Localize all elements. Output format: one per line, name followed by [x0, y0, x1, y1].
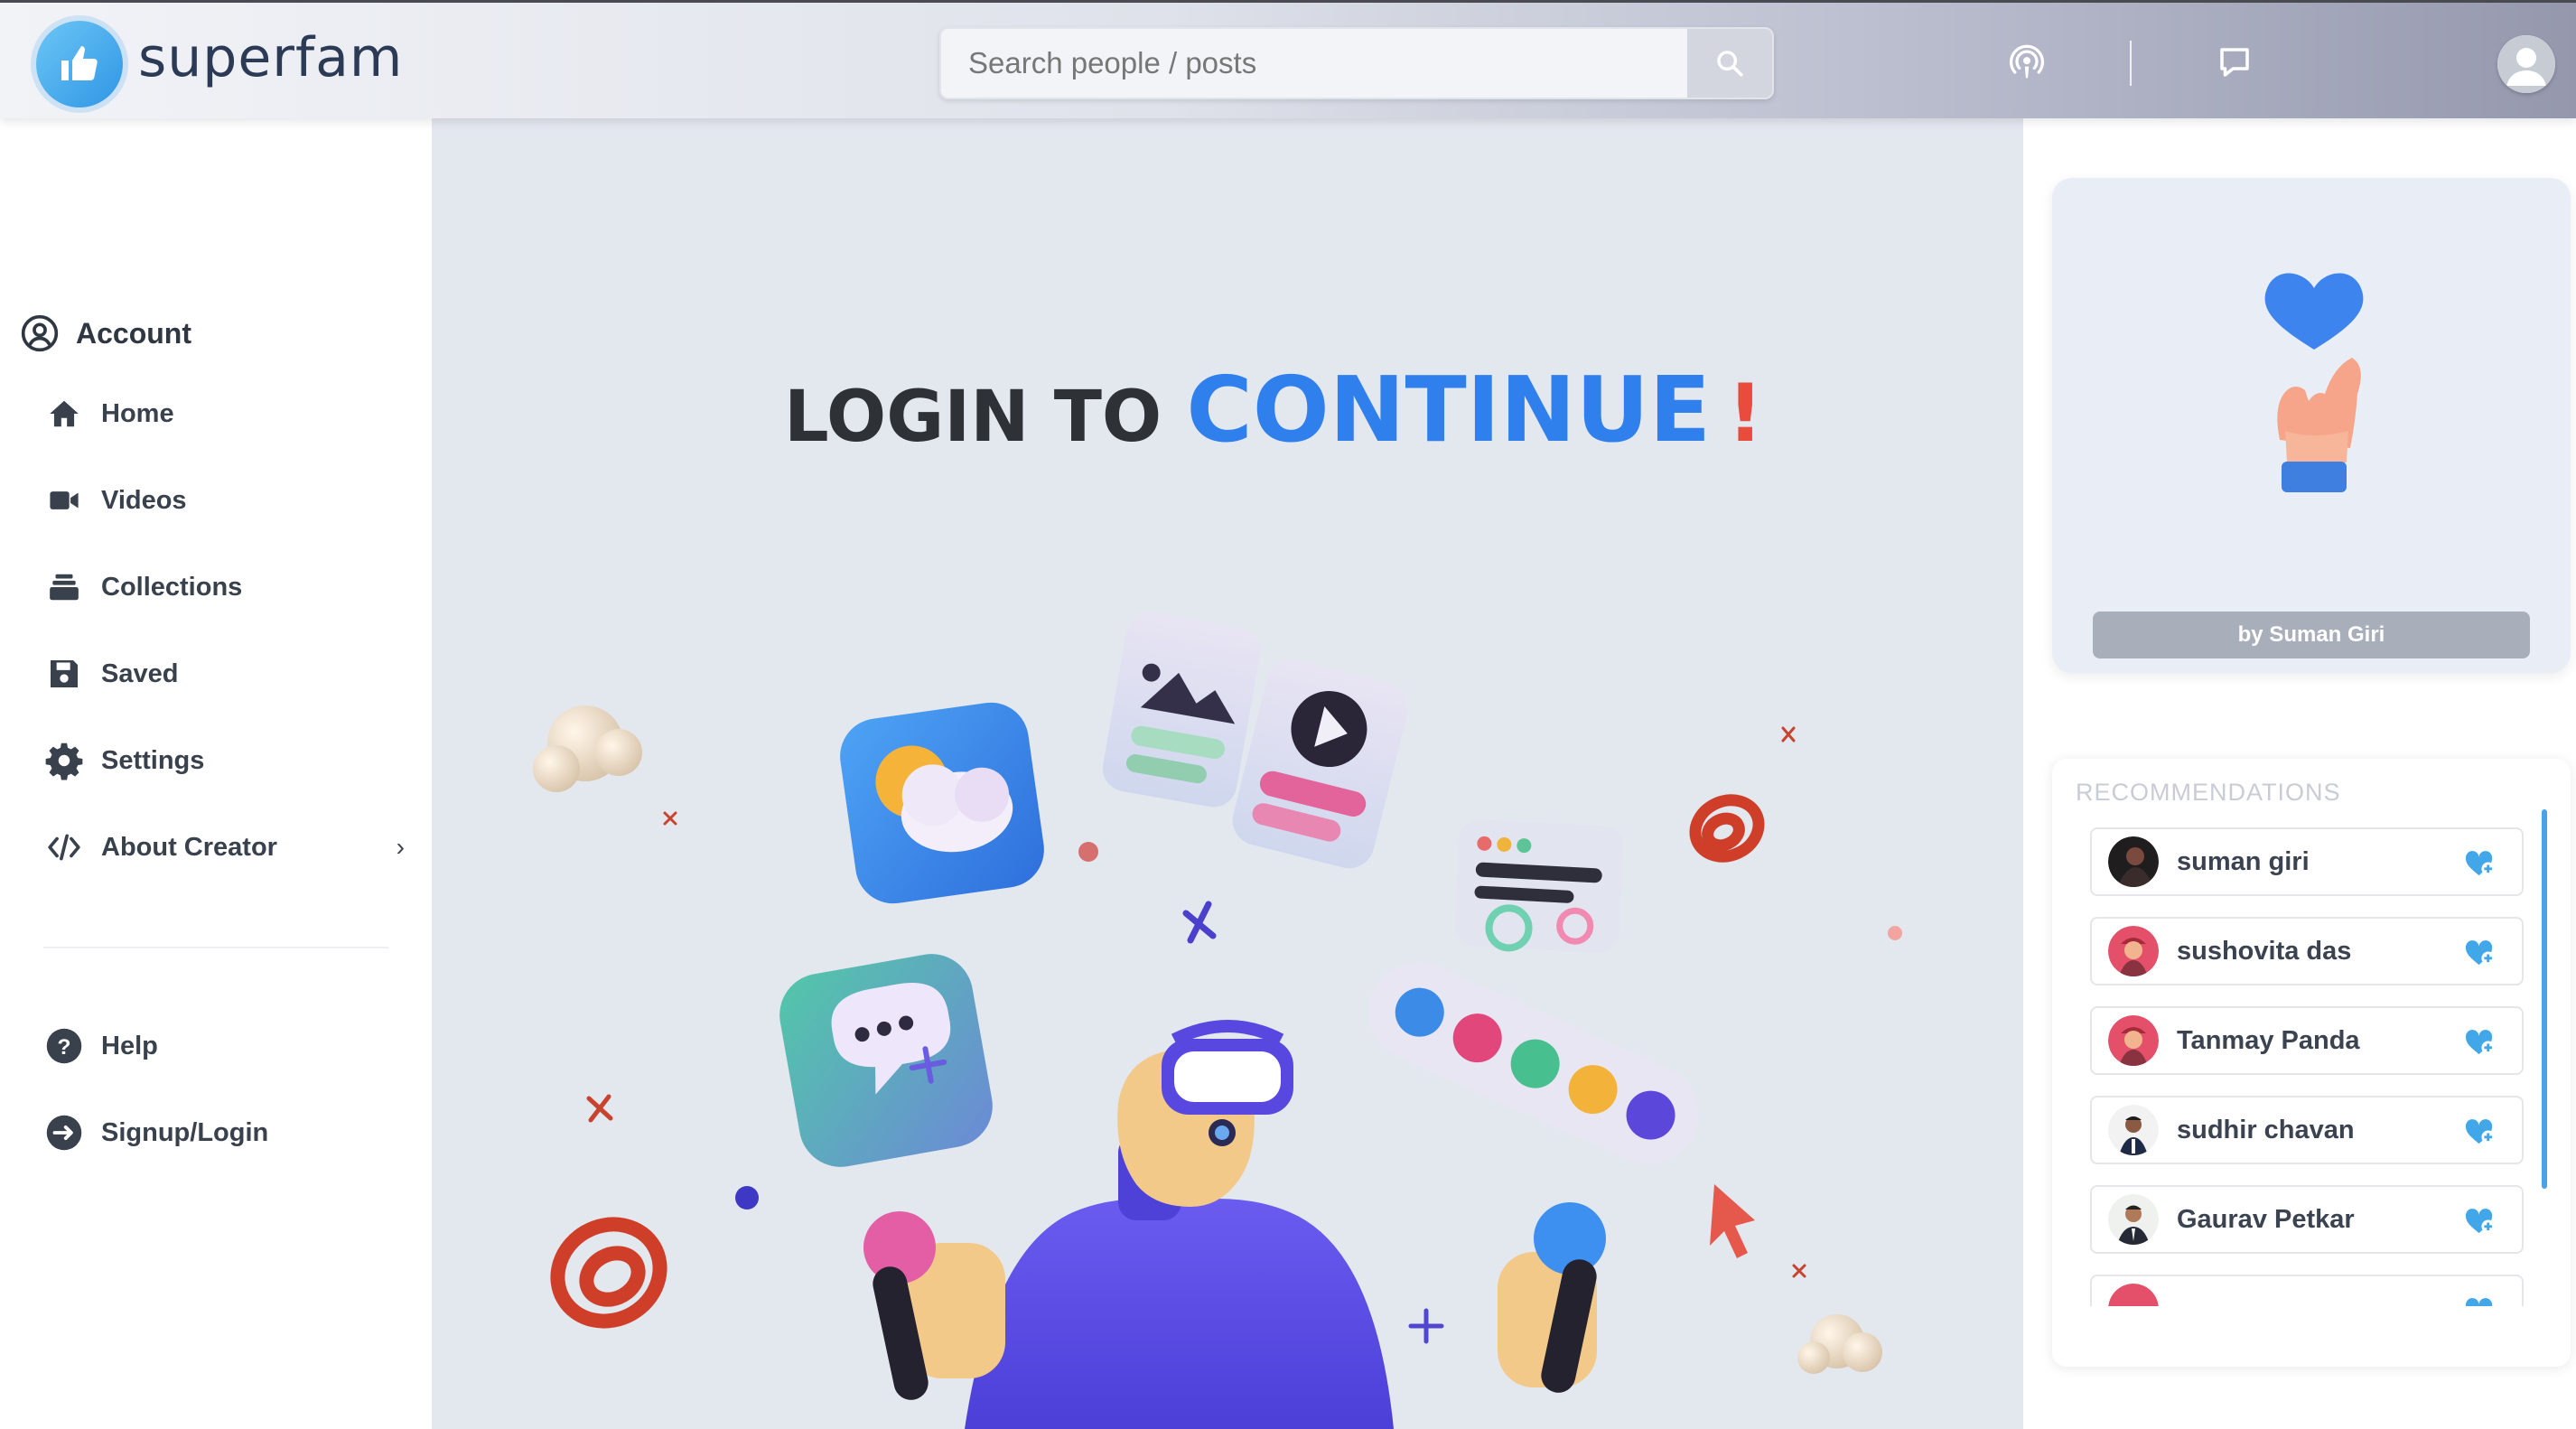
search-button[interactable]	[1687, 29, 1772, 98]
avatar[interactable]	[2108, 1105, 2159, 1155]
weather-app-tile	[840, 702, 1044, 904]
avatar[interactable]	[2108, 1015, 2159, 1066]
thumbs-up-icon	[61, 46, 98, 80]
plus-decoration	[1408, 1308, 1444, 1344]
sidebar-divider	[43, 947, 388, 948]
navbar-divider	[2130, 41, 2132, 86]
sidebar-item-label: Videos	[101, 485, 187, 515]
spiral-decoration-left	[550, 1217, 667, 1329]
podcast-icon[interactable]	[2003, 39, 2050, 86]
ball-decoration	[735, 1186, 759, 1210]
sidebar: Account Home Videos Collections Saved Se…	[0, 118, 432, 1429]
home-icon	[43, 395, 85, 433]
list-item[interactable]: suman giri	[2090, 827, 2524, 896]
logo-icon[interactable]	[36, 21, 123, 107]
svg-text:?: ?	[58, 1035, 71, 1060]
follow-heart-icon[interactable]	[2464, 1207, 2497, 1236]
user-name[interactable]: sudhir chavan	[2177, 1116, 2355, 1145]
list-item[interactable]: Gaurav Petkar	[2090, 1185, 2524, 1254]
recommendations-panel: RECOMMENDATIONS suman giri sushovita das…	[2052, 759, 2571, 1367]
search-input[interactable]	[941, 29, 1689, 98]
search-icon	[1717, 51, 1743, 77]
creator-card: by Suman Giri	[2052, 178, 2571, 673]
user-avatar-icon[interactable]	[2497, 35, 2555, 93]
list-item[interactable]: sushovita das	[2090, 917, 2524, 985]
search-bar	[939, 27, 1774, 99]
account-label: Account	[76, 316, 191, 350]
cloud-blob-left	[533, 705, 642, 792]
list-item[interactable]	[2090, 1275, 2524, 1306]
account-circle-icon	[21, 314, 59, 352]
sidebar-item-settings[interactable]: Settings	[43, 741, 405, 780]
text-card	[1454, 819, 1624, 953]
avatar[interactable]	[2108, 1284, 2159, 1306]
user-name[interactable]: Gaurav Petkar	[2177, 1205, 2355, 1235]
gear-icon	[43, 742, 85, 780]
sidebar-item-about-creator[interactable]: About Creator ›	[43, 827, 405, 867]
follow-heart-icon[interactable]	[2464, 1117, 2497, 1146]
chevron-right-icon: ›	[396, 833, 405, 861]
sidebar-item-label: Signup/Login	[101, 1117, 269, 1147]
sidebar-item-saved[interactable]: Saved	[43, 654, 405, 694]
cloud-blob-right	[1797, 1314, 1882, 1374]
ball-decoration	[1888, 926, 1902, 940]
sidebar-item-label: Settings	[101, 745, 205, 775]
login-illustration	[533, 612, 1902, 1429]
sidebar-item-videos[interactable]: Videos	[43, 481, 405, 520]
sidebar-item-label: About Creator	[101, 832, 277, 862]
sidebar-item-home[interactable]: Home	[43, 394, 405, 434]
cursor-decoration	[1710, 1184, 1755, 1258]
sidebar-item-label: Help	[101, 1031, 158, 1060]
avatar[interactable]	[2108, 1194, 2159, 1245]
sidebar-item-signup-login[interactable]: Signup/Login	[43, 1113, 405, 1153]
progress-bubble-bar	[1367, 961, 1699, 1164]
image-card	[1102, 612, 1261, 808]
main-content: LOGIN TO CONTINUE!	[432, 118, 2023, 1429]
cross-decoration	[586, 1094, 613, 1123]
list-item[interactable]: sudhir chavan	[2090, 1096, 2524, 1164]
signin-icon	[43, 1114, 85, 1152]
follow-heart-icon[interactable]	[2464, 849, 2497, 878]
top-navbar: superfam	[0, 0, 2576, 118]
chat-app-tile	[779, 954, 993, 1167]
brand-name[interactable]: superfam	[138, 26, 403, 89]
cross-decoration	[663, 811, 677, 826]
spiral-decoration-right	[1689, 794, 1765, 863]
sidebar-item-label: Saved	[101, 658, 179, 688]
avatar[interactable]	[2108, 836, 2159, 887]
follow-heart-icon[interactable]	[2464, 939, 2497, 967]
help-icon: ?	[43, 1027, 85, 1065]
creator-credit-button[interactable]: by Suman Giri	[2093, 612, 2530, 658]
video-card	[1232, 659, 1408, 869]
cross-decoration	[1792, 1264, 1806, 1278]
cross-decoration	[1781, 726, 1796, 743]
follow-heart-icon[interactable]	[2464, 1296, 2497, 1306]
recommendations-title: RECOMMENDATIONS	[2076, 779, 2341, 806]
save-icon	[43, 655, 85, 693]
user-name[interactable]: sushovita das	[2177, 937, 2351, 967]
hand-heart-illustration	[2264, 273, 2364, 492]
follow-heart-icon[interactable]	[2464, 1028, 2497, 1057]
user-name[interactable]: Tanmay Panda	[2177, 1026, 2360, 1056]
cross-decoration	[1182, 901, 1217, 944]
account-header[interactable]: Account	[20, 313, 191, 353]
code-icon	[43, 828, 85, 866]
collections-icon	[43, 568, 85, 606]
avatar[interactable]	[2108, 926, 2159, 976]
recommendations-list: suman giri sushovita das Tanmay Panda su…	[2090, 827, 2527, 1306]
message-icon[interactable]	[2211, 39, 2258, 86]
sidebar-item-label: Collections	[101, 572, 243, 602]
sidebar-item-help[interactable]: ? Help	[43, 1026, 405, 1066]
ball-decoration	[1078, 842, 1098, 862]
user-name[interactable]: suman giri	[2177, 847, 2310, 877]
sidebar-item-collections[interactable]: Collections	[43, 567, 405, 607]
video-icon	[43, 481, 85, 519]
sidebar-item-label: Home	[101, 398, 174, 428]
recommendations-scrollbar[interactable]	[2542, 809, 2547, 1189]
list-item[interactable]: Tanmay Panda	[2090, 1006, 2524, 1075]
